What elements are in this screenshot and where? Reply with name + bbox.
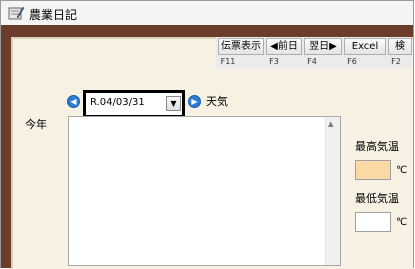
max-temp-input[interactable] [355,160,391,180]
slip-view-button[interactable]: 伝票表示 [218,38,264,55]
window-title: 農業日記 [29,8,78,22]
search-button[interactable]: 検 [388,38,412,55]
max-temp-label: 最高気温 [355,140,399,153]
min-temp-unit: ℃ [396,217,408,228]
notebook-pen-icon [8,6,25,20]
date-value: R.04/03/31 [90,97,145,108]
chevron-down-icon[interactable]: ▼ [166,96,181,111]
search-key: F2 [391,57,401,66]
title-bar: 農業日記 [1,1,413,26]
previous-day-button[interactable]: ◀前日 [266,38,302,55]
previous-date-arrow-icon[interactable]: ◀ [67,95,80,108]
min-temp-input[interactable] [355,212,391,232]
slip-view-key: F11 [220,57,236,66]
diary-notes-textarea[interactable]: ▲ [68,116,341,266]
weather-label: 天気 [206,95,228,108]
next-date-arrow-icon[interactable]: ▶ [188,95,201,108]
function-toolbar: 伝票表示 ◀前日 翌日▶ Excel 検 F11 F3 F4 F6 F2 [216,37,412,69]
min-temp-label: 最低気温 [355,192,399,205]
this-year-label: 今年 [25,118,47,131]
scroll-up-icon[interactable]: ▲ [328,120,333,128]
notes-scrollbar[interactable]: ▲ [325,117,340,265]
next-day-button[interactable]: 翌日▶ [304,38,342,55]
max-temp-unit: ℃ [396,165,408,176]
previous-day-key: F3 [269,57,279,66]
excel-button[interactable]: Excel [344,38,386,55]
date-picker[interactable]: R.04/03/31 ▼ [83,90,185,118]
next-day-key: F4 [307,57,317,66]
excel-key: F6 [347,57,357,66]
